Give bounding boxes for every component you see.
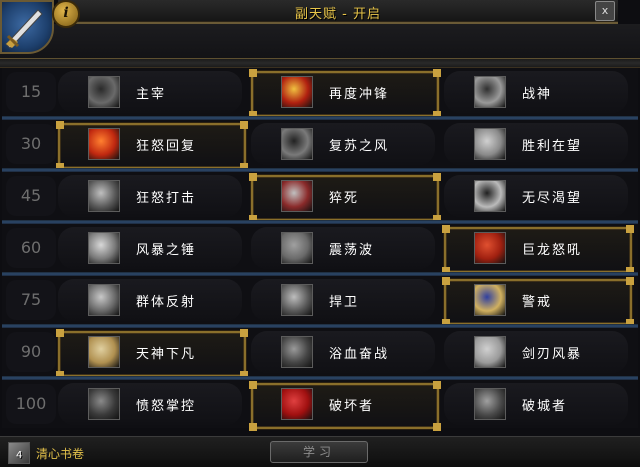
talent-name: 破城者 xyxy=(522,399,568,414)
window-title: 副天赋 - 开启 xyxy=(295,7,381,22)
talent-enraged-regeneration[interactable]: 狂怒回复 xyxy=(56,121,248,171)
grid-top-border xyxy=(0,58,640,68)
talent-anger-management[interactable]: 愤怒掌控 xyxy=(58,383,242,425)
talent-double-charge[interactable]: 再度冲锋 xyxy=(249,69,441,119)
talent-mass-spell-reflection[interactable]: 群体反射 xyxy=(58,279,242,321)
tier-level: 30 xyxy=(6,124,56,164)
furious-strikes-icon xyxy=(88,180,120,212)
talent-row: 45 狂怒打击 猝死 无尽渴望 xyxy=(2,172,638,223)
bloodbath-icon xyxy=(281,336,313,368)
info-button[interactable]: i xyxy=(52,0,80,28)
talent-storm-bolt[interactable]: 风暴之锤 xyxy=(58,227,242,269)
talent-name: 震荡波 xyxy=(329,243,375,258)
talent-ravager[interactable]: 破坏者 xyxy=(249,381,441,431)
talent-name: 狂怒回复 xyxy=(136,139,197,154)
impending-victory-icon xyxy=(474,128,506,160)
talent-second-wind[interactable]: 复苏之风 xyxy=(251,123,435,165)
anger-management-icon xyxy=(88,388,120,420)
tier-level: 60 xyxy=(6,228,56,268)
talent-siegebreaker[interactable]: 破城者 xyxy=(444,383,628,425)
talent-name: 巨龙怒吼 xyxy=(522,243,583,258)
title-bar[interactable]: 副天赋 - 开启 x xyxy=(58,0,618,24)
talent-bloodbath[interactable]: 浴血奋战 xyxy=(251,331,435,373)
talent-name: 捍卫 xyxy=(329,295,360,310)
reagent-count: 4 xyxy=(16,450,23,461)
talent-name: 破坏者 xyxy=(329,399,375,414)
talent-name: 无尽渴望 xyxy=(522,191,583,206)
talent-grid: 15 主宰 再度冲锋 战神 30 狂怒回复 复苏之风 胜利在望 45 狂怒打击 猝死 无尽渴望 60 风暴… xyxy=(2,68,638,434)
reagent-label: 清心书卷 xyxy=(36,447,85,461)
talent-name: 胜利在望 xyxy=(522,139,583,154)
double-charge-icon xyxy=(281,76,313,108)
talent-unquenchable-thirst[interactable]: 无尽渴望 xyxy=(444,175,628,217)
talent-name: 群体反射 xyxy=(136,295,197,310)
unquenchable-thirst-icon xyxy=(474,180,506,212)
enraged-regeneration-icon xyxy=(88,128,120,160)
talent-name: 猝死 xyxy=(329,191,360,206)
talent-shockwave[interactable]: 震荡波 xyxy=(251,227,435,269)
talent-warbringer[interactable]: 战神 xyxy=(444,71,628,113)
talent-name: 愤怒掌控 xyxy=(136,399,197,414)
footer-bar: 4 清心书卷 学习 xyxy=(0,436,640,467)
talent-row: 30 狂怒回复 复苏之风 胜利在望 xyxy=(2,120,638,171)
talent-name: 狂怒打击 xyxy=(136,191,197,206)
talent-dragon-roar[interactable]: 巨龙怒吼 xyxy=(442,225,634,275)
talent-name: 再度冲锋 xyxy=(329,87,390,102)
talent-safeguard[interactable]: 捍卫 xyxy=(251,279,435,321)
ravager-icon xyxy=(281,388,313,420)
talent-vigilance[interactable]: 警戒 xyxy=(442,277,634,327)
tier-level: 100 xyxy=(6,384,56,424)
talent-name: 天神下凡 xyxy=(136,347,197,362)
talent-name: 主宰 xyxy=(136,87,167,102)
class-portrait-icon xyxy=(0,0,54,54)
tier-level: 90 xyxy=(6,332,56,372)
siegebreaker-icon xyxy=(474,388,506,420)
frame-corner xyxy=(249,423,257,431)
sudden-death-icon xyxy=(281,180,313,212)
tier-level: 75 xyxy=(6,280,56,320)
storm-bolt-icon xyxy=(88,232,120,264)
talent-avatar[interactable]: 天神下凡 xyxy=(56,329,248,379)
talent-window: 副天赋 - 开启 x i 15 主宰 再度冲锋 战神 30 狂怒回复 复苏之风 胜利在望 45 狂… xyxy=(0,0,640,467)
talent-name: 战神 xyxy=(522,87,553,102)
safeguard-icon xyxy=(281,284,313,316)
talent-warrior-face[interactable]: 主宰 xyxy=(58,71,242,113)
mass-spell-reflection-icon xyxy=(88,284,120,316)
vigilance-icon xyxy=(474,284,506,316)
tier-level: 45 xyxy=(6,176,56,216)
shockwave-icon xyxy=(281,232,313,264)
bladestorm-icon xyxy=(474,336,506,368)
warrior-face-icon xyxy=(88,76,120,108)
talent-row: 90 天神下凡 浴血奋战 剑刃风暴 xyxy=(2,328,638,379)
talent-row: 60 风暴之锤 震荡波 巨龙怒吼 xyxy=(2,224,638,275)
talent-name: 浴血奋战 xyxy=(329,347,390,362)
warbringer-icon xyxy=(474,76,506,108)
frame-corner xyxy=(433,423,441,431)
second-wind-icon xyxy=(281,128,313,160)
talent-impending-victory[interactable]: 胜利在望 xyxy=(444,123,628,165)
talent-name: 剑刃风暴 xyxy=(522,347,583,362)
dragon-roar-icon xyxy=(474,232,506,264)
talent-row: 15 主宰 再度冲锋 战神 xyxy=(2,68,638,119)
talent-row: 75 群体反射 捍卫 警戒 xyxy=(2,276,638,327)
window-header-area xyxy=(0,24,640,58)
talent-sudden-death[interactable]: 猝死 xyxy=(249,173,441,223)
talent-name: 风暴之锤 xyxy=(136,243,197,258)
talent-row: 100 愤怒掌控 破坏者 破城者 xyxy=(2,380,638,431)
talent-bladestorm[interactable]: 剑刃风暴 xyxy=(444,331,628,373)
talent-name: 复苏之风 xyxy=(329,139,390,154)
learn-button[interactable]: 学习 xyxy=(270,441,368,463)
talent-furious-strikes[interactable]: 狂怒打击 xyxy=(58,175,242,217)
close-button[interactable]: x xyxy=(595,1,615,21)
tier-level: 15 xyxy=(6,72,56,112)
talent-name: 警戒 xyxy=(522,295,553,310)
avatar-icon xyxy=(88,336,120,368)
